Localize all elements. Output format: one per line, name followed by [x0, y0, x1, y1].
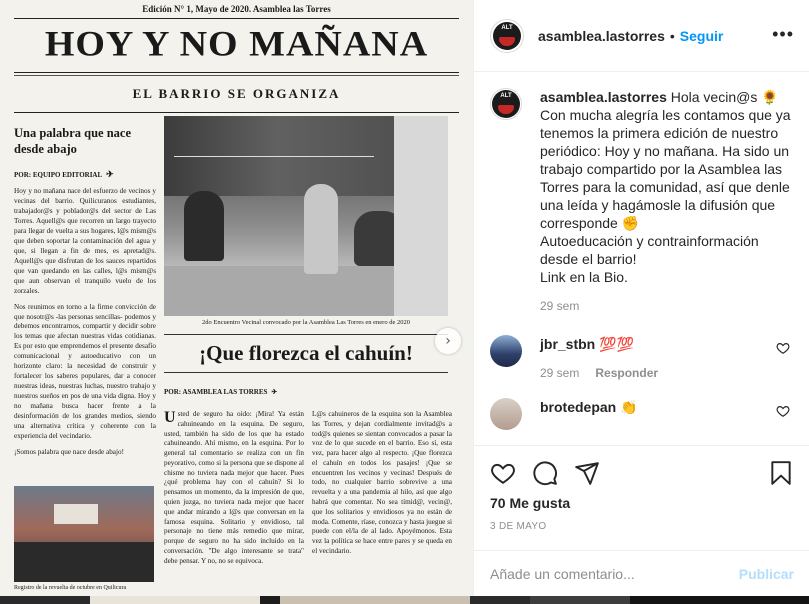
bird-icon: ✈ [106, 169, 114, 180]
byline-text: POR: EQUIPO EDITORIAL [14, 170, 103, 179]
heart-icon[interactable] [776, 341, 790, 355]
article-paragraph: Hoy y no mañana nace del esfuerzo de vec… [14, 187, 156, 295]
caption-line: Link en la Bio. [540, 269, 628, 285]
reply-button[interactable]: Responder [595, 366, 658, 380]
comment-item: jbr_stbn 💯💯 29 sem Responder [490, 335, 794, 380]
newspaper-image: Edición N° 1, Mayo de 2020. Asamblea las… [0, 0, 473, 596]
caption-text: asamblea.lastorres Hola vecin@s 🌻 Con mu… [540, 88, 794, 286]
post-panel: ALT asamblea.lastorres • Seguir ••• ALT … [473, 0, 809, 596]
newspaper-subtitle: EL BARRIO SE ORGANIZA [132, 86, 341, 101]
divider [14, 112, 459, 113]
article-column: Una palabra que nace desde abajo POR: EQ… [14, 126, 156, 464]
caption-comment: ALT asamblea.lastorres Hola vecin@s 🌻 Co… [490, 88, 794, 313]
timestamp[interactable]: 29 sem [540, 366, 579, 380]
heart-icon[interactable] [490, 460, 516, 486]
next-arrow-icon[interactable]: › [435, 328, 461, 354]
comment-icon[interactable] [532, 460, 558, 486]
post-date[interactable]: 3 DE MAYO [490, 521, 546, 532]
comment-body: 💯💯 [599, 336, 634, 352]
account-username[interactable]: asamblea.lastorres [538, 28, 665, 44]
caption-line: Hola vecin@s 🌻 [670, 89, 779, 105]
more-icon[interactable]: ••• [772, 24, 794, 45]
avatar-text: ALT [501, 24, 513, 31]
comment-meta: 29 sem Responder [540, 366, 794, 380]
timestamp[interactable]: 29 sem [540, 299, 579, 313]
community-photo [164, 116, 448, 316]
comment-input[interactable]: Añade un comentario... [490, 566, 739, 582]
comment-meta: 29 sem [540, 299, 794, 313]
add-comment-bar: Añade un comentario... Publicar [474, 550, 809, 597]
caption-line: Con mucha alegría les contamos que ya te… [540, 107, 791, 231]
bookmark-icon[interactable] [768, 460, 794, 486]
comments-list[interactable]: ALT asamblea.lastorres Hola vecin@s 🌻 Co… [474, 72, 809, 445]
masthead: HOY Y NO MAÑANA [44, 24, 429, 64]
share-icon[interactable] [574, 460, 600, 486]
article-paragraph: ¡Somos palabra que nace desde abajo! [14, 447, 124, 456]
drop-cap: U [164, 409, 176, 426]
avatar[interactable]: ALT [490, 18, 524, 53]
comment-text: brotedepan 👏 [540, 398, 794, 416]
photo-caption: 2do Encuentro Vecinal convocado por la A… [202, 319, 410, 326]
article-paragraph: Nos reunimos en torno a la firme convicc… [14, 302, 156, 440]
heart-icon[interactable] [776, 404, 790, 418]
protest-photo [14, 486, 154, 582]
publish-button[interactable]: Publicar [739, 566, 794, 582]
divider [14, 18, 459, 19]
article-byline: POR: EQUIPO EDITORIAL ✈ [14, 169, 156, 180]
article-paragraph: L@s cahuineros de la esquina son la Asam… [312, 410, 452, 555]
edition-line: Edición N° 1, Mayo de 2020. Asamblea las… [142, 4, 331, 14]
follow-button[interactable]: Seguir [680, 28, 724, 44]
article-paragraph: sted de seguro ha oído: ¡Mira! Ya están … [164, 410, 304, 565]
article-column: Usted de seguro ha oído: ¡Mira! Ya están… [164, 410, 304, 567]
comment-username[interactable]: jbr_stbn [540, 336, 595, 352]
comment-body: 👏 [620, 399, 638, 415]
divider [14, 72, 459, 73]
avatar-text: ALT [500, 93, 512, 99]
article-title: Una palabra que nace desde abajo [14, 126, 132, 156]
byline-text: POR: ASAMBLEA LAS TORRES [164, 388, 268, 396]
likes-count[interactable]: 70 Me gusta [490, 495, 570, 511]
article-body: Hoy y no mañana nace del esfuerzo de vec… [14, 187, 156, 457]
avatar[interactable]: ALT [490, 88, 522, 120]
post-media[interactable]: Edición N° 1, Mayo de 2020. Asamblea las… [0, 0, 473, 596]
caption-line: Autoeducación y contrainformación desde … [540, 233, 759, 267]
comment-item: brotedepan 👏 [490, 398, 794, 430]
article-column: L@s cahuineros de la esquina son la Asam… [312, 410, 452, 557]
bird-icon: ✈ [271, 388, 278, 396]
action-icons [490, 460, 600, 486]
background-strip [0, 596, 809, 604]
avatar[interactable] [490, 335, 522, 367]
comment-text: jbr_stbn 💯💯 [540, 335, 794, 353]
avatar[interactable] [490, 398, 522, 430]
divider [14, 75, 459, 76]
article-byline: POR: ASAMBLEA LAS TORRES ✈ [164, 388, 277, 396]
comment-username[interactable]: brotedepan [540, 399, 616, 415]
post-header: ALT asamblea.lastorres • Seguir ••• [474, 0, 809, 72]
caption-username[interactable]: asamblea.lastorres [540, 89, 667, 105]
separator-dot: • [669, 27, 675, 44]
photo-caption: Registro de la revuelta de octubre en Qu… [14, 585, 127, 591]
article-headline: ¡Que florezca el cahuín! [164, 334, 448, 373]
post-actions: 70 Me gusta 3 DE MAYO Añade un comentari… [474, 445, 809, 596]
